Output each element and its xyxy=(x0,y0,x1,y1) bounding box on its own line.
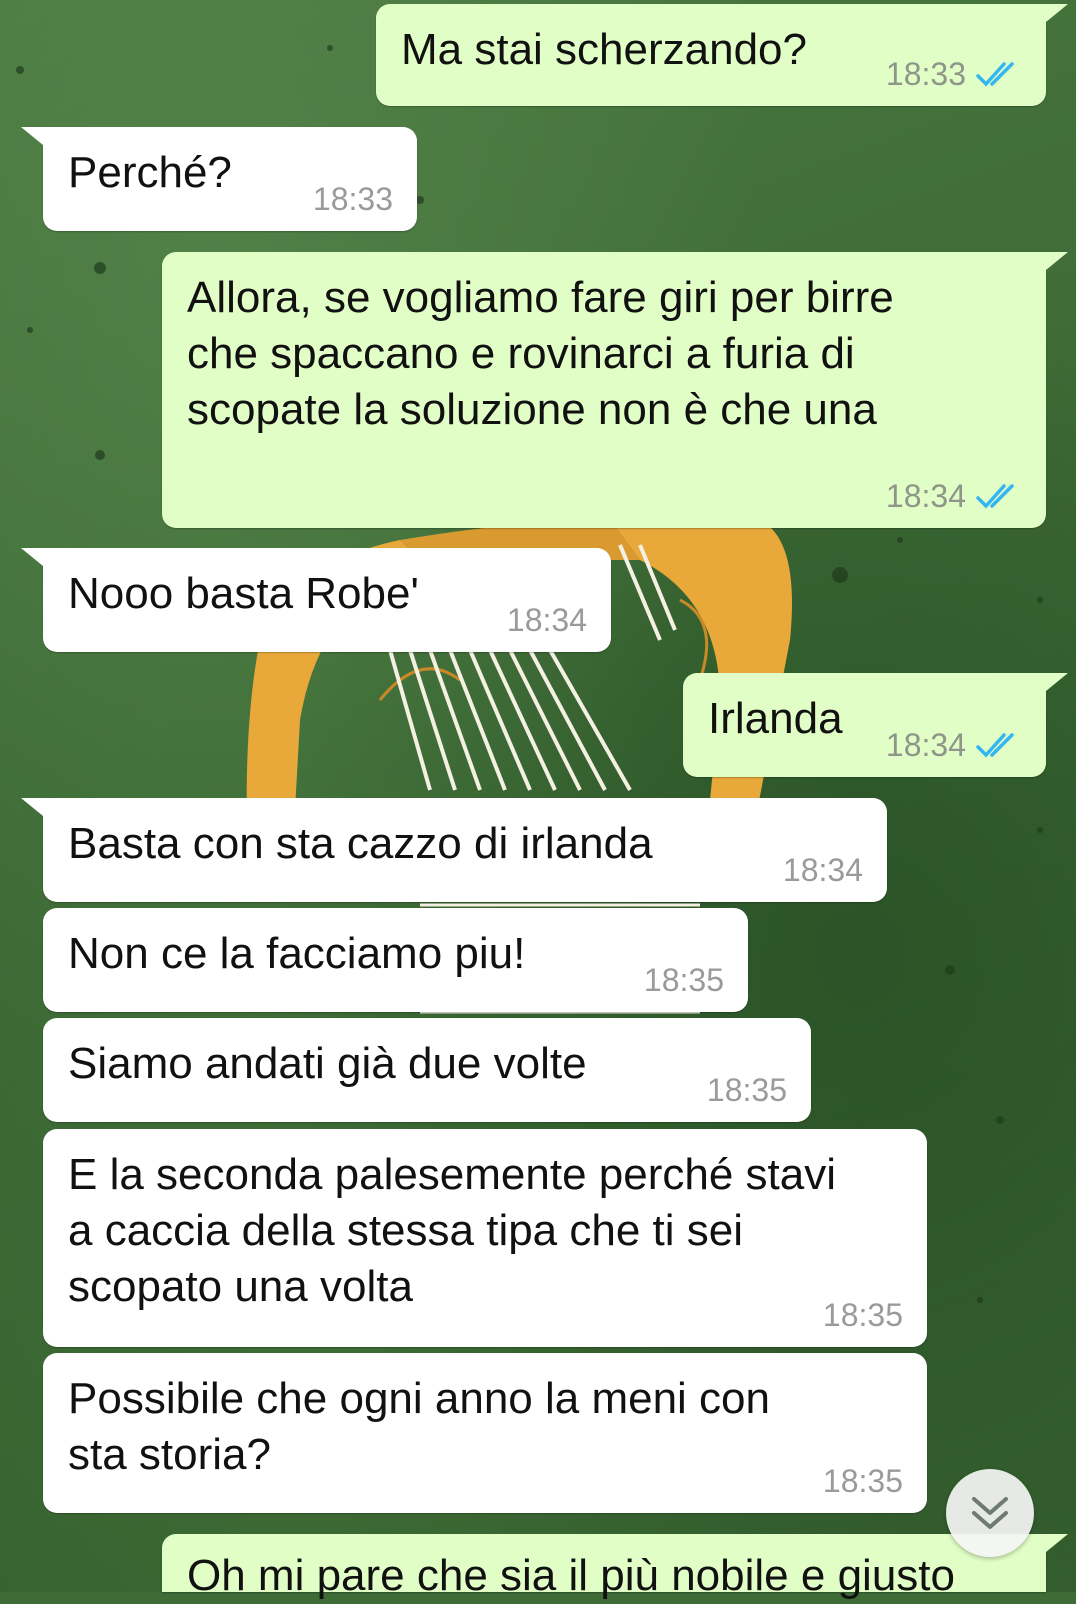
message-text: Nooo basta Robe' xyxy=(68,569,419,618)
message-meta: 18:33 xyxy=(886,56,1022,92)
outgoing-message[interactable]: Ma stai scherzando? 18:33 xyxy=(376,4,1068,106)
message-text: Oh mi pare che sia il più nobile e giust… xyxy=(187,1551,955,1600)
message-time: 18:33 xyxy=(312,181,393,217)
incoming-message[interactable]: Basta con sta cazzo di irlanda 18:34 xyxy=(21,798,887,902)
message-meta: 18:34 xyxy=(783,852,863,888)
outgoing-message[interactable]: Allora, se vogliamo fare giri per birre … xyxy=(162,252,1068,528)
message-text: Non ce la facciamo piu! xyxy=(68,929,526,978)
message-time: 18:33 xyxy=(885,56,966,92)
message-time: 18:35 xyxy=(822,1297,903,1333)
incoming-message[interactable]: Nooo basta Robe' 18:34 xyxy=(21,548,611,652)
outgoing-message[interactable]: Irlanda 18:34 xyxy=(683,673,1068,777)
message-time: 18:34 xyxy=(885,478,966,514)
message-text: Perché? xyxy=(68,148,232,197)
message-text: Basta con sta cazzo di irlanda xyxy=(68,819,653,868)
message-time: 18:34 xyxy=(885,727,966,763)
message-time: 18:34 xyxy=(782,852,863,888)
message-meta: 18:34 xyxy=(886,478,1022,514)
message-time: 18:34 xyxy=(506,602,587,638)
double-check-icon xyxy=(976,484,1014,509)
message-text: E la seconda palesemente perché stavi a … xyxy=(68,1150,837,1311)
message-meta: 18:35 xyxy=(707,1072,787,1108)
message-text: Allora, se vogliamo fare giri per birre … xyxy=(187,273,894,434)
message-text: Ma stai scherzando? xyxy=(401,25,807,74)
message-text: Irlanda xyxy=(708,694,843,743)
incoming-message[interactable]: E la seconda palesemente perché stavi a … xyxy=(43,1129,927,1347)
message-meta: 18:35 xyxy=(823,1297,903,1333)
message-time: 18:35 xyxy=(706,1072,787,1108)
incoming-message[interactable]: Non ce la facciamo piu! 18:35 xyxy=(43,908,748,1012)
message-text: Siamo andati già due volte xyxy=(68,1039,587,1088)
double-check-icon xyxy=(976,62,1014,87)
message-meta: 18:35 xyxy=(823,1463,903,1499)
chat-thread[interactable]: Ma stai scherzando? 18:33 Perché? 18:33 … xyxy=(0,0,1076,1600)
double-chevron-down-icon xyxy=(972,1497,1008,1529)
scroll-to-bottom-button[interactable] xyxy=(946,1469,1034,1557)
double-check-icon xyxy=(976,733,1014,758)
message-meta: 18:33 xyxy=(313,181,393,217)
outgoing-message[interactable]: Oh mi pare che sia il più nobile e giust… xyxy=(162,1534,1068,1600)
incoming-message[interactable]: Siamo andati già due volte 18:35 xyxy=(43,1018,811,1122)
message-meta: 18:35 xyxy=(644,962,724,998)
message-meta: 18:34 xyxy=(507,602,587,638)
message-time: 18:35 xyxy=(822,1463,903,1499)
incoming-message[interactable]: Possibile che ogni anno la meni con sta … xyxy=(43,1353,927,1513)
message-time: 18:35 xyxy=(643,962,724,998)
incoming-message[interactable]: Perché? 18:33 xyxy=(21,127,417,231)
message-text: Possibile che ogni anno la meni con sta … xyxy=(68,1374,771,1479)
message-meta: 18:34 xyxy=(886,727,1022,763)
